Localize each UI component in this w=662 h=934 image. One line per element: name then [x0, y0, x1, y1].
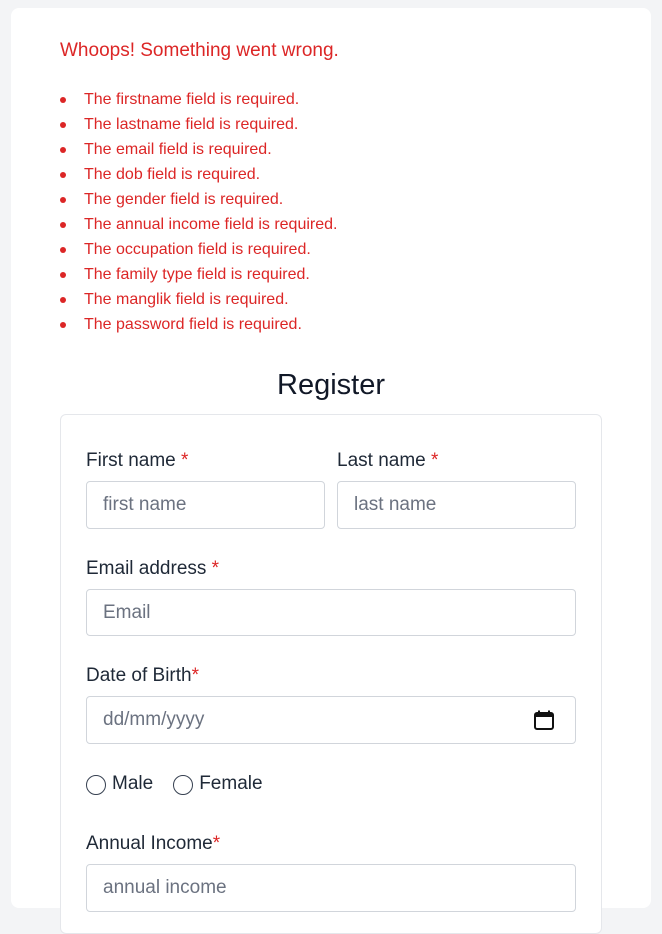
- error-item: The email field is required.: [60, 137, 339, 162]
- gender-option-male[interactable]: Male: [86, 773, 153, 795]
- gender-option-female[interactable]: Female: [173, 773, 263, 795]
- required-mark: *: [212, 833, 221, 854]
- page-card: Whoops! Something went wrong. The firstn…: [11, 8, 651, 934]
- last-name-label: Last name *: [337, 449, 438, 473]
- first-name-input[interactable]: first name: [86, 481, 325, 529]
- first-name-placeholder: first name: [103, 494, 187, 515]
- last-name-label-text: Last name: [337, 450, 426, 471]
- error-summary: Whoops! Something went wrong. The firstn…: [60, 40, 339, 337]
- dob-input[interactable]: dd/mm/yyyy: [86, 696, 576, 744]
- annual-income-label-text: Annual Income: [86, 833, 213, 854]
- error-item: The annual income field is required.: [60, 212, 339, 237]
- email-label-text: Email address: [86, 558, 207, 579]
- email-placeholder: Email: [103, 601, 151, 623]
- radio-male[interactable]: [86, 775, 106, 795]
- error-item: The gender field is required.: [60, 187, 339, 212]
- register-form: First name * first name Last name * last…: [60, 414, 602, 934]
- email-label: Email address *: [86, 557, 219, 581]
- calendar-icon[interactable]: [533, 709, 555, 731]
- annual-income-input[interactable]: annual income: [86, 864, 576, 912]
- required-mark: *: [181, 450, 189, 471]
- error-title: Whoops! Something went wrong.: [60, 40, 339, 61]
- radio-label-female: Female: [199, 773, 263, 794]
- error-item: The dob field is required.: [60, 162, 339, 187]
- radio-female[interactable]: [173, 775, 194, 795]
- dob-placeholder: dd/mm/yyyy: [103, 709, 205, 730]
- required-mark: *: [191, 665, 200, 686]
- email-input[interactable]: Email: [86, 589, 576, 636]
- first-name-label-text: First name: [86, 450, 176, 471]
- error-item: The family type field is required.: [60, 262, 339, 287]
- required-mark: *: [211, 558, 220, 579]
- error-item: The occupation field is required.: [60, 237, 339, 262]
- required-mark: *: [431, 450, 439, 471]
- page-title: Register: [277, 369, 385, 401]
- radio-label-male: Male: [112, 773, 154, 794]
- error-item: The password field is required.: [60, 312, 339, 337]
- error-item: The lastname field is required.: [60, 112, 339, 137]
- error-item: The manglik field is required.: [60, 287, 339, 312]
- error-item: The firstname field is required.: [60, 87, 339, 112]
- last-name-input[interactable]: last name: [337, 481, 576, 529]
- error-list: The firstname field is required. The las…: [60, 87, 339, 337]
- dob-label-text: Date of Birth: [86, 665, 192, 686]
- first-name-label: First name *: [86, 449, 188, 473]
- gender-group: Male Female: [86, 773, 283, 795]
- dob-label: Date of Birth*: [86, 664, 199, 688]
- last-name-placeholder: last name: [354, 494, 437, 515]
- annual-income-label: Annual Income*: [86, 832, 220, 856]
